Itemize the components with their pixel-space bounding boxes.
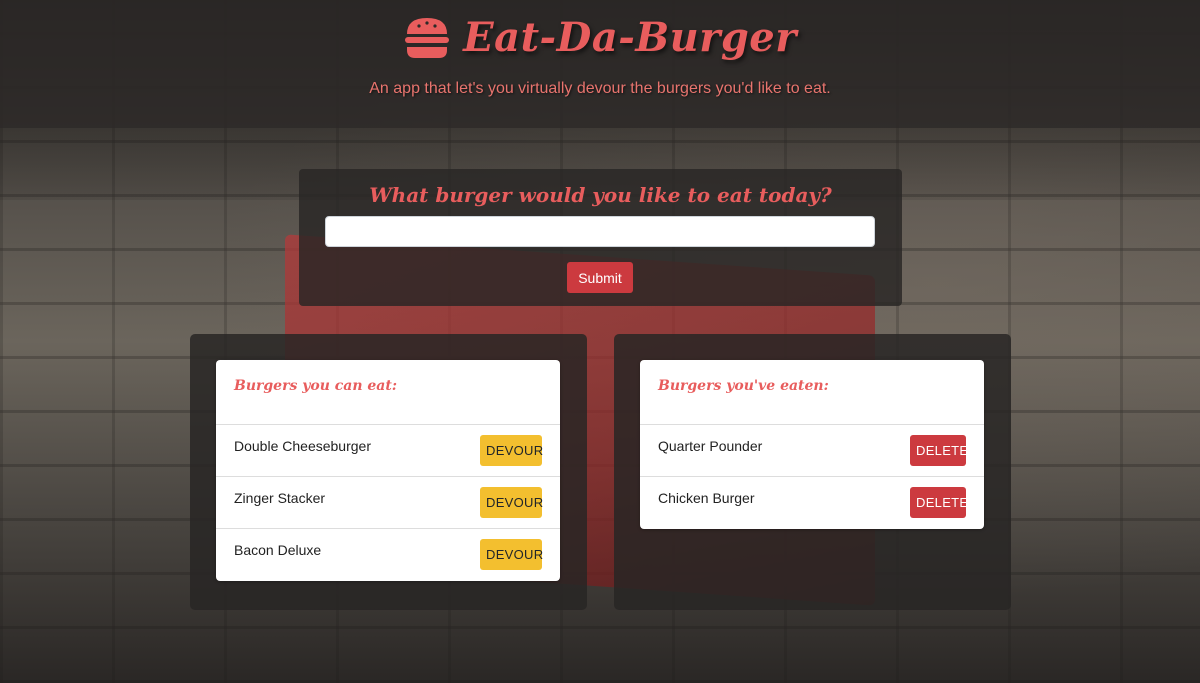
devour-button[interactable]: DEVOUR: [480, 435, 543, 466]
app-title: Eat-Da-Burger: [463, 14, 797, 61]
burger-name: Zinger Stacker: [234, 490, 326, 506]
burger-name: Quarter Pounder: [658, 438, 763, 454]
list-item: Zinger Stacker DEVOUR: [216, 477, 560, 529]
devour-button[interactable]: DEVOUR: [480, 487, 543, 518]
eaten-burgers-heading: Burgers you've eaten:: [640, 360, 984, 425]
app-tagline: An app that let's you virtually devour t…: [369, 80, 831, 97]
burger-name: Chicken Burger: [658, 490, 755, 506]
burger-name: Bacon Deluxe: [234, 542, 322, 558]
devour-button[interactable]: DEVOUR: [480, 539, 543, 570]
list-item: Double Cheeseburger DEVOUR: [216, 425, 560, 477]
list-item: Chicken Burger DELETE: [640, 477, 984, 529]
list-item: Bacon Deluxe DEVOUR: [216, 529, 560, 581]
eaten-burgers-card: Burgers you've eaten: Quarter Pounder DE…: [640, 360, 984, 529]
burger-name-input[interactable]: [325, 216, 875, 247]
uneaten-burgers-heading: Burgers you can eat:: [216, 360, 560, 425]
site-header: Eat-Da-Burger An app that let's you virt…: [0, 0, 1200, 128]
eaten-burgers-panel: Burgers you've eaten: Quarter Pounder DE…: [614, 334, 1011, 610]
hamburger-icon: [403, 16, 451, 60]
brand: Eat-Da-Burger: [0, 14, 1200, 61]
form-heading: What burger would you like to eat today?: [369, 183, 832, 207]
list-item: Quarter Pounder DELETE: [640, 425, 984, 477]
burger-name: Double Cheeseburger: [234, 438, 371, 454]
eaten-burgers-list: Quarter Pounder DELETE Chicken Burger DE…: [640, 425, 984, 529]
uneaten-burgers-panel: Burgers you can eat: Double Cheeseburger…: [190, 334, 587, 610]
uneaten-burgers-card: Burgers you can eat: Double Cheeseburger…: [216, 360, 560, 581]
delete-button[interactable]: DELETE: [910, 435, 968, 466]
uneaten-burgers-list: Double Cheeseburger DEVOUR Zinger Stacke…: [216, 425, 560, 581]
burger-form-panel: What burger would you like to eat today?…: [299, 169, 902, 306]
submit-button[interactable]: Submit: [567, 262, 633, 293]
delete-button[interactable]: DELETE: [910, 487, 968, 518]
